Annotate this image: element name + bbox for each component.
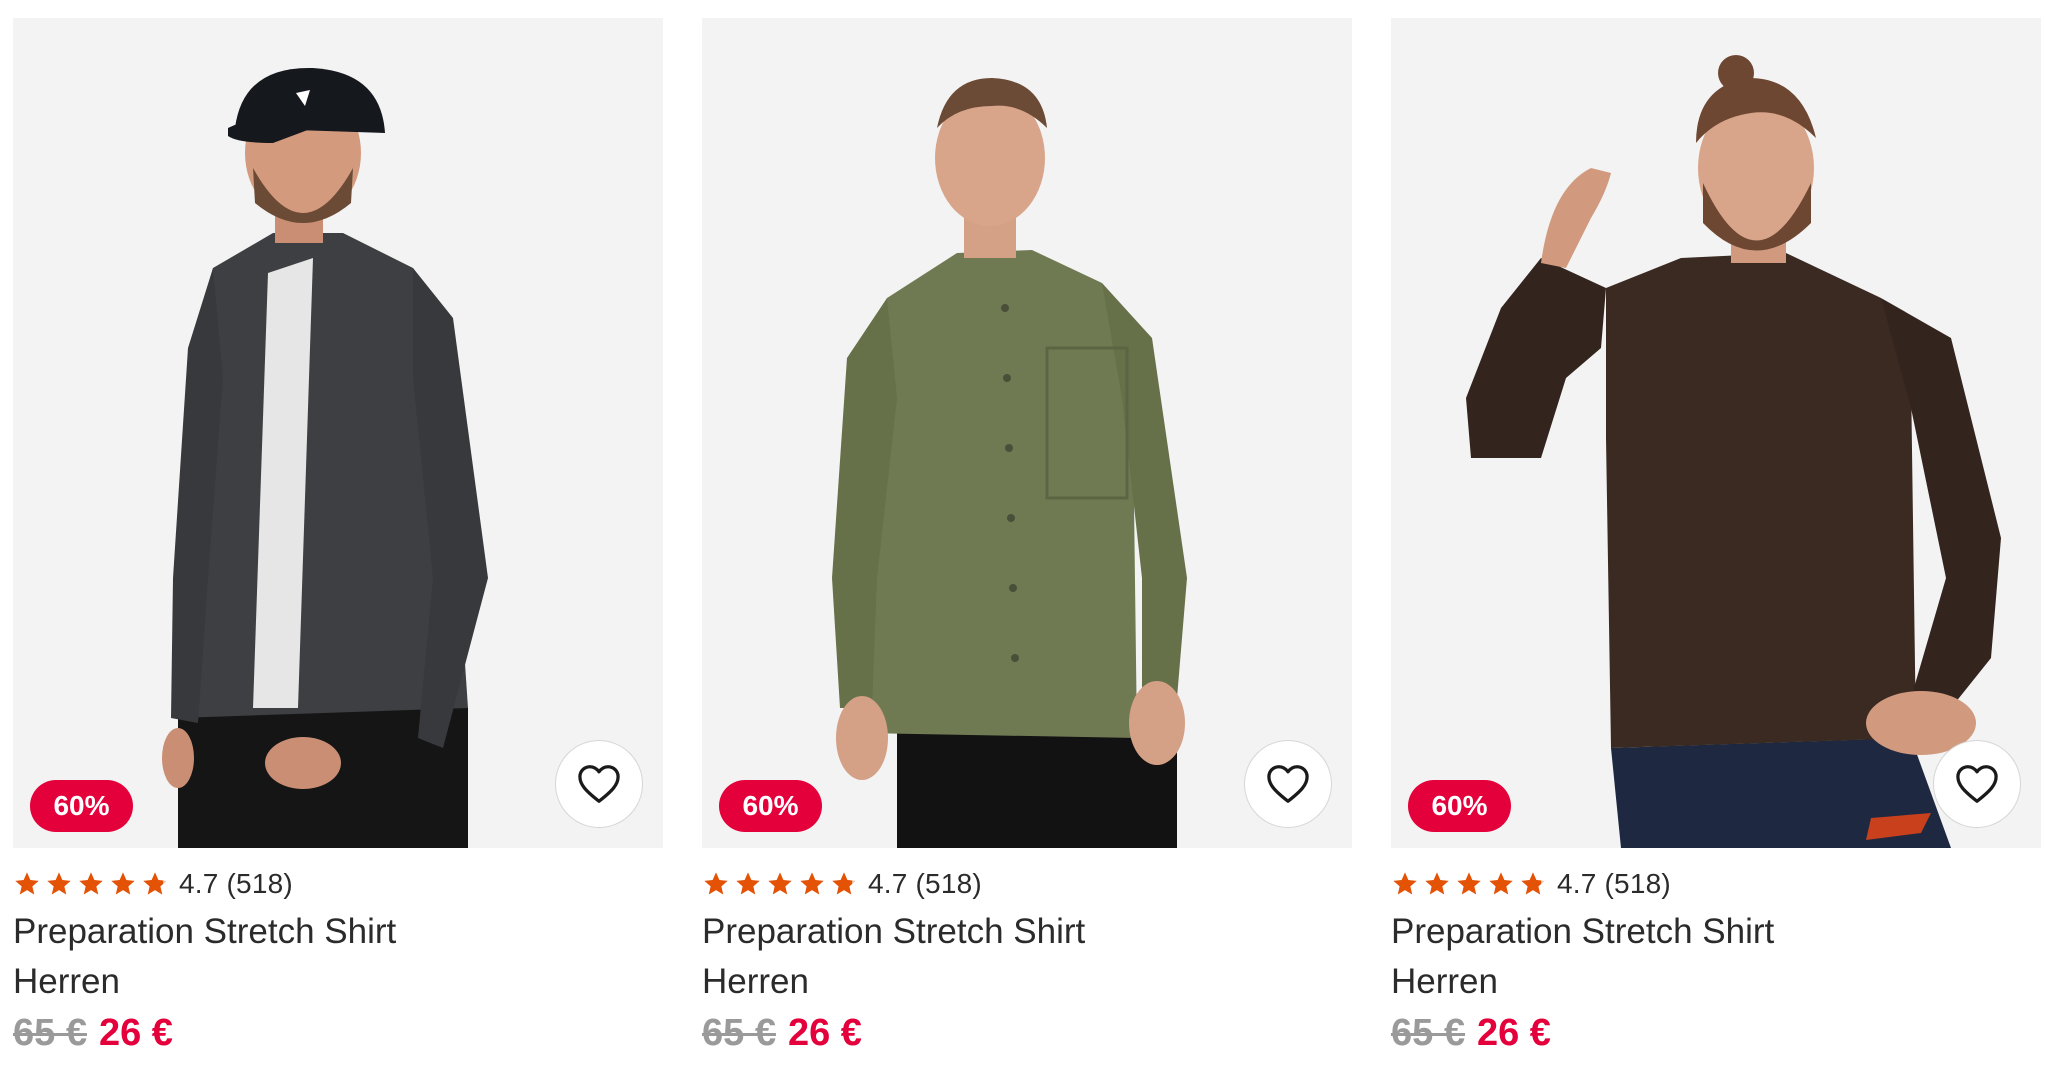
sale-price: 26 € [98,1012,173,1054]
star-rating [13,870,169,898]
model-photo-dark-shirt [162,67,488,848]
star-icon [1489,872,1513,895]
star-rating [1391,870,1547,898]
model-photo-brown-shirt [1466,55,2001,848]
heart-outline-icon [578,765,620,803]
discount-badge: 60% [1408,780,1511,832]
sale-price: 26 € [1476,1012,1551,1054]
product-category: Herren [702,962,809,1001]
star-half-icon [832,872,856,895]
rating-summary: 4.7 (518) [1557,868,1671,900]
original-price: 65 € [702,1012,776,1054]
rating-value: 4.7 [868,868,908,899]
star-icon [47,872,71,895]
star-icon [704,872,728,895]
product-card[interactable]: 60% 4.7 (518) Preparation Stretch Shirt … [702,18,1352,1080]
wishlist-button[interactable] [1244,740,1332,828]
star-icon [736,872,760,895]
product-category: Herren [1391,962,1498,1001]
original-price: 65 € [1391,1012,1465,1054]
star-rating [702,870,858,898]
product-title[interactable]: Preparation Stretch Shirt [13,912,396,952]
rating-value: 4.7 [1557,868,1597,899]
star-half-icon [1521,872,1545,895]
review-count: (518) [915,868,982,899]
star-icon [79,872,103,895]
product-card[interactable]: 60% 4.7 (518) Preparation Stretch Shirt … [13,18,663,1080]
wishlist-button[interactable] [1933,740,2021,828]
star-icon [800,872,824,895]
review-count: (518) [1604,868,1671,899]
product-grid: 60% 4.7 (518) Preparation Stretch Shirt … [0,0,2045,1080]
price-row: 65 € 26 € [1391,1012,1551,1055]
star-icon [768,872,792,895]
star-icon [1393,872,1417,895]
heart-outline-icon [1267,765,1309,803]
sale-price: 26 € [787,1012,862,1054]
rating-value: 4.7 [179,868,219,899]
star-icon [1425,872,1449,895]
product-title[interactable]: Preparation Stretch Shirt [1391,912,1774,952]
rating-row[interactable]: 4.7 (518) [1391,866,1671,902]
product-category: Herren [13,962,120,1001]
rating-summary: 4.7 (518) [179,868,293,900]
product-image[interactable]: 60% [1391,18,2041,848]
discount-badge: 60% [30,780,133,832]
original-price: 65 € [13,1012,87,1054]
price-row: 65 € 26 € [702,1012,862,1055]
wishlist-button[interactable] [555,740,643,828]
heart-outline-icon [1956,765,1998,803]
product-image[interactable]: 60% [702,18,1352,848]
product-card[interactable]: 60% 4.7 (518) Preparation Stretch Shirt … [1391,18,2041,1080]
model-photo-olive-shirt [832,78,1187,848]
star-icon [1457,872,1481,895]
product-title[interactable]: Preparation Stretch Shirt [702,912,1085,952]
star-icon [111,872,135,895]
rating-row[interactable]: 4.7 (518) [13,866,293,902]
star-icon [15,872,39,895]
review-count: (518) [226,868,293,899]
rating-summary: 4.7 (518) [868,868,982,900]
product-image[interactable]: 60% [13,18,663,848]
star-half-icon [143,872,167,895]
price-row: 65 € 26 € [13,1012,173,1055]
discount-badge: 60% [719,780,822,832]
rating-row[interactable]: 4.7 (518) [702,866,982,902]
